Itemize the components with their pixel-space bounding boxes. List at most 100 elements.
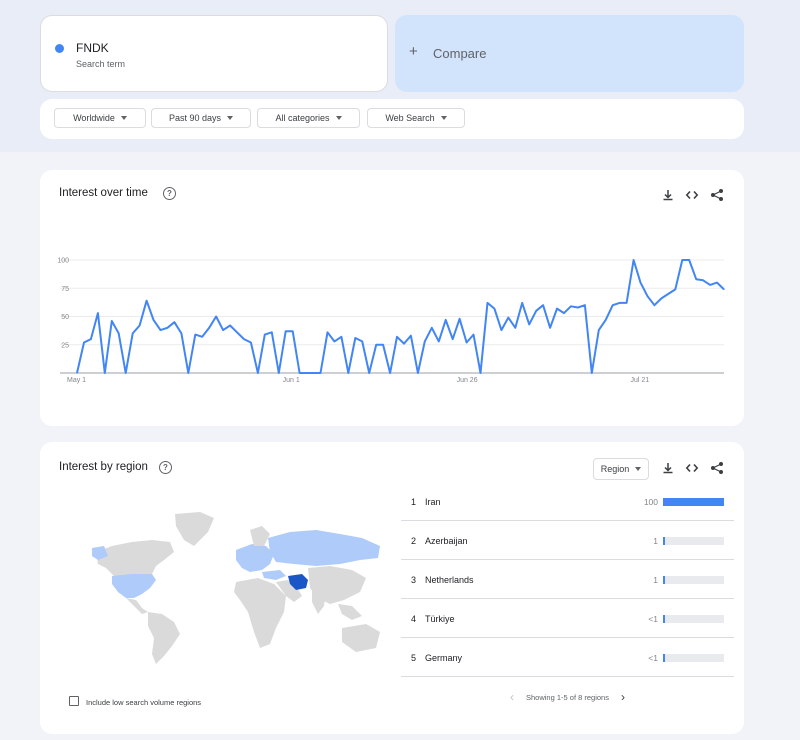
data-point	[139, 324, 141, 327]
help-icon[interactable]: ?	[159, 461, 172, 474]
region-value: 1	[653, 536, 658, 546]
data-point	[709, 284, 711, 286]
data-point	[695, 278, 697, 280]
x-tick-label: May 1	[67, 377, 86, 384]
region-value: 1	[653, 575, 658, 585]
region-bar-fill	[663, 537, 665, 545]
data-point	[688, 259, 690, 261]
map-europe	[236, 544, 274, 572]
filter-time[interactable]: Past 90 days	[151, 108, 251, 128]
region-bar	[663, 615, 724, 623]
region-row[interactable]: 2 Azerbaijan 1	[401, 522, 734, 560]
caret-down-icon	[635, 467, 642, 471]
data-point	[674, 288, 676, 290]
region-select[interactable]: Region	[593, 458, 649, 480]
region-name: Iran	[425, 497, 441, 507]
data-point	[605, 319, 607, 321]
data-point	[333, 340, 335, 342]
data-point	[180, 332, 182, 334]
prev-page-icon[interactable]: ‹	[510, 690, 514, 704]
region-bar-fill	[663, 654, 665, 662]
region-name: Netherlands	[425, 575, 474, 585]
share-icon[interactable]	[710, 461, 724, 475]
data-point	[312, 372, 315, 374]
data-point	[201, 336, 203, 338]
data-point	[396, 336, 398, 338]
embed-icon[interactable]	[685, 461, 699, 475]
data-point	[132, 332, 134, 334]
search-term-name[interactable]: FNDK	[76, 41, 109, 55]
data-point	[660, 297, 663, 299]
data-point	[570, 305, 572, 307]
data-point	[514, 327, 516, 329]
search-term-card[interactable]: FNDK Search term	[40, 15, 388, 92]
data-point	[723, 288, 725, 290]
data-point	[271, 331, 273, 333]
data-point	[500, 329, 502, 331]
data-point	[653, 304, 656, 306]
region-value: 100	[643, 497, 658, 507]
compare-label: Compare	[433, 46, 487, 61]
filter-region[interactable]: Worldwide	[54, 108, 146, 128]
data-point	[236, 331, 238, 333]
data-point	[528, 323, 530, 325]
data-point	[479, 372, 482, 374]
search-term-subtitle: Search term	[76, 59, 126, 69]
region-rank: 1	[411, 497, 417, 507]
data-point	[577, 306, 579, 309]
plus-icon: +	[409, 43, 418, 60]
data-point	[257, 372, 259, 374]
data-point	[292, 330, 294, 332]
region-row[interactable]: 1 Iran 100	[401, 483, 734, 521]
data-point	[556, 308, 558, 310]
data-point	[361, 340, 363, 342]
region-row[interactable]: 4 Türkiye <1	[401, 600, 734, 638]
map-india	[312, 590, 326, 614]
y-tick-label: 75	[61, 286, 69, 293]
data-point	[639, 282, 642, 284]
region-name: Germany	[425, 653, 463, 663]
x-tick-label: Jun 1	[283, 377, 300, 384]
region-name: Azerbaijan	[425, 536, 468, 546]
term-color-dot	[55, 44, 64, 53]
filter-search-type-label: Web Search	[385, 113, 435, 123]
data-point	[222, 329, 224, 331]
region-row[interactable]: 3 Netherlands 1	[401, 561, 734, 599]
filter-category-label: All categories	[275, 113, 330, 123]
region-select-label: Region	[600, 464, 630, 474]
data-point	[452, 338, 454, 340]
data-point	[125, 372, 127, 374]
data-point	[208, 327, 210, 329]
compare-button[interactable]: + Compare	[395, 15, 744, 92]
download-icon[interactable]	[661, 461, 675, 475]
map-southeast-asia	[338, 604, 362, 620]
data-point	[159, 329, 162, 331]
interest-over-time-chart: 25 50 75 100 May 1 Jun 1 Jun 26 Jul 21	[57, 258, 725, 384]
data-point	[319, 372, 322, 374]
region-row[interactable]: 5 Germany <1	[401, 639, 734, 677]
filter-search-type[interactable]: Web Search	[367, 108, 465, 128]
caret-down-icon	[440, 116, 447, 120]
region-bar	[663, 576, 724, 584]
region-rank: 4	[411, 614, 417, 624]
data-point	[166, 327, 168, 329]
region-bar	[663, 654, 724, 662]
interest-over-time-card: Interest over time ? 25 50 75 100 May 1 Jun 1…	[40, 170, 744, 426]
next-page-icon[interactable]: ›	[621, 690, 625, 704]
data-point	[340, 336, 342, 338]
data-point	[187, 372, 189, 374]
data-point	[90, 338, 92, 340]
data-point	[306, 372, 308, 374]
data-point	[598, 329, 600, 331]
caret-down-icon	[335, 116, 342, 120]
world-map[interactable]	[90, 508, 390, 668]
y-tick-label: 50	[61, 314, 69, 321]
low-volume-checkbox[interactable]	[69, 696, 79, 706]
data-point	[417, 372, 419, 374]
region-bar-fill	[663, 615, 665, 623]
data-point	[146, 300, 148, 302]
filter-region-label: Worldwide	[73, 113, 115, 123]
filter-category[interactable]: All categories	[257, 108, 360, 128]
data-point	[424, 340, 426, 342]
data-point	[403, 343, 405, 345]
